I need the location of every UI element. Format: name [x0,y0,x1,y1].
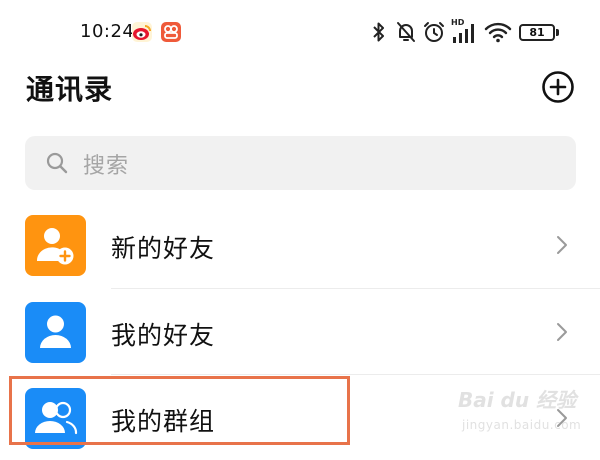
group-icon [25,388,86,449]
friend-icon [25,302,86,363]
chevron-right-icon [556,235,568,259]
plus-circle-icon [542,71,574,103]
search-input[interactable]: 搜索 [25,136,576,190]
search-placeholder: 搜索 [83,154,130,179]
chevron-right-icon [556,408,568,432]
add-contact-button[interactable] [541,70,575,104]
status-bar: 10:24 HD 81 [0,0,600,62]
app-icon [161,22,181,42]
search-icon [45,151,69,179]
list-item-label: 我的好友 [111,321,216,350]
status-time: 10:24 [80,21,135,42]
list-item-my-friends[interactable]: 我的好友 [0,290,600,374]
add-friend-icon [25,215,86,276]
battery-tip [556,29,559,36]
list-item-label: 我的群组 [111,407,216,436]
bluetooth-icon [372,20,386,48]
divider [111,288,600,289]
list-item-my-groups[interactable]: 我的群组 [0,376,600,460]
mute-bell-icon [394,20,418,48]
wifi-icon [484,20,512,48]
chevron-right-icon [556,322,568,346]
hd-label: HD [451,18,465,27]
list-item-label: 新的好友 [111,234,216,263]
alarm-icon [422,20,446,48]
page-title: 通讯录 [26,73,114,106]
battery-icon: 81 [519,24,555,41]
signal-icon: HD [451,18,479,50]
weibo-icon [132,22,152,42]
divider [111,374,600,375]
list-item-new-friends[interactable]: 新的好友 [0,203,600,287]
battery-level: 81 [529,26,545,39]
